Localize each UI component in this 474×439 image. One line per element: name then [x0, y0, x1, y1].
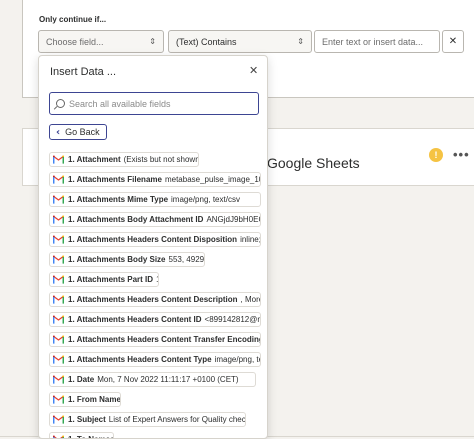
- field-key: 1. Attachments Headers Content Type: [68, 355, 212, 364]
- field-item[interactable]: 1. From Name: [49, 392, 121, 407]
- search-input[interactable]: Search all available fields: [49, 92, 259, 115]
- choose-field-placeholder: Choose field...: [46, 36, 104, 47]
- close-icon[interactable]: ✕: [249, 64, 258, 77]
- field-key: 1. Attachments Body Attachment ID: [68, 215, 204, 224]
- popup-title: Insert Data ...: [50, 66, 117, 78]
- field-value: Mon, 7 Nov 2022 11:11:17 +0100 (CET): [97, 375, 239, 384]
- field-item[interactable]: 1. Attachments Headers Content Type image…: [49, 352, 261, 367]
- chevron-updown-icon: ⇕: [149, 37, 156, 46]
- gmail-icon: [53, 195, 64, 204]
- field-key: 1. Attachments Headers Content Descripti…: [68, 295, 238, 304]
- warning-icon[interactable]: !: [429, 148, 443, 162]
- field-key: 1. Attachments Mime Type: [68, 195, 169, 204]
- field-key: 1. Attachments Headers Content ID: [68, 315, 202, 324]
- choose-field-select[interactable]: Choose field... ⇕: [38, 30, 164, 53]
- gmail-icon: [53, 375, 64, 384]
- field-value: metabase_pulse_image_10806: [164, 175, 260, 184]
- gmail-icon: [53, 295, 64, 304]
- field-key: 1. From Name: [68, 395, 121, 404]
- gmail-icon: [53, 415, 64, 424]
- field-value: image/png, text/csv: [171, 195, 240, 204]
- field-item[interactable]: 1. Attachments Filename metabase_pulse_im…: [49, 172, 261, 187]
- field-value: (Exists but not shown): [123, 155, 199, 164]
- field-value: 553, 4929702: [168, 255, 205, 264]
- gmail-icon: [53, 155, 64, 164]
- field-key: 1. Attachments Body Size: [68, 255, 166, 264]
- field-value: <899142812@meta: [204, 315, 260, 324]
- field-key: 1. Attachment: [68, 155, 121, 164]
- field-value: 1, 2: [156, 275, 158, 284]
- gmail-icon: [53, 235, 64, 244]
- field-key: 1. Date: [68, 375, 95, 384]
- field-item[interactable]: 1. Attachments Part ID1, 2: [49, 272, 159, 287]
- field-key: 1. Attachments Headers Content Dispositi…: [68, 235, 238, 244]
- remove-condition-button[interactable]: ✕: [442, 30, 464, 53]
- field-key: 1. To Names: [68, 435, 113, 438]
- gmail-icon: [53, 215, 64, 224]
- field-item[interactable]: 1. Attachments Body Size553, 4929702: [49, 252, 205, 267]
- field-key: 1. Attachments Part ID: [68, 275, 154, 284]
- value-input[interactable]: Enter text or insert data...: [314, 30, 440, 53]
- field-item[interactable]: 1. Date Mon, 7 Nov 2022 11:11:17 +0100 (C…: [49, 372, 256, 387]
- app-step-title: Google Sheets: [267, 155, 360, 171]
- gmail-icon: [53, 315, 64, 324]
- field-item[interactable]: 1. Attachments Mime Type image/png, text/…: [49, 192, 261, 207]
- gmail-icon: [53, 275, 64, 284]
- field-item[interactable]: 1. Subject List of Expert Answers for Qua…: [49, 412, 246, 427]
- field-item[interactable]: 1. Attachments Headers Content Transfer …: [49, 332, 261, 347]
- field-value: List of Expert Answers for Quality check…: [108, 415, 246, 424]
- gmail-icon: [53, 335, 64, 344]
- search-icon: [56, 99, 65, 108]
- field-value: inline; filer: [240, 235, 261, 244]
- operator-value: (Text) Contains: [176, 36, 237, 47]
- chevron-left-icon: ‹: [56, 126, 61, 138]
- field-key: 1. Attachments Headers Content Transfer …: [68, 335, 261, 344]
- gmail-icon: [53, 395, 64, 404]
- gmail-icon: [53, 355, 64, 364]
- field-value: image/png, text/: [214, 355, 260, 364]
- search-placeholder: Search all available fields: [69, 98, 171, 109]
- field-item[interactable]: 1. Attachments Body Attachment ID ANGjdJ9…: [49, 212, 261, 227]
- field-key: 1. Subject: [68, 415, 106, 424]
- field-item[interactable]: 1. Attachments Headers Content Dispositi…: [49, 232, 261, 247]
- go-back-button[interactable]: ‹ Go Back: [49, 124, 107, 140]
- field-key: 1. Attachments Filename: [68, 175, 162, 184]
- field-item[interactable]: 1. Attachments Headers Content Descripti…: [49, 292, 261, 307]
- gmail-icon: [53, 255, 64, 264]
- insert-data-popup: Insert Data ... ✕ Search all available f…: [38, 55, 268, 439]
- more-options-icon[interactable]: •••: [453, 147, 470, 162]
- operator-select[interactable]: (Text) Contains ⇕: [168, 30, 312, 53]
- go-back-label: Go Back: [65, 127, 100, 137]
- value-placeholder: Enter text or insert data...: [322, 36, 424, 47]
- field-item[interactable]: 1. Attachments Headers Content ID <899142…: [49, 312, 261, 327]
- field-value: , More res: [240, 295, 260, 304]
- chevron-updown-icon: ⇕: [297, 37, 304, 46]
- field-item[interactable]: 1. To Names: [49, 432, 114, 438]
- close-icon: ✕: [448, 36, 458, 47]
- filter-label: Only continue if...: [39, 15, 107, 24]
- gmail-icon: [53, 435, 64, 438]
- field-value: ANGjdJ9bH0ECtF: [206, 215, 260, 224]
- field-item[interactable]: 1. Attachment (Exists but not shown): [49, 152, 199, 167]
- gmail-icon: [53, 175, 64, 184]
